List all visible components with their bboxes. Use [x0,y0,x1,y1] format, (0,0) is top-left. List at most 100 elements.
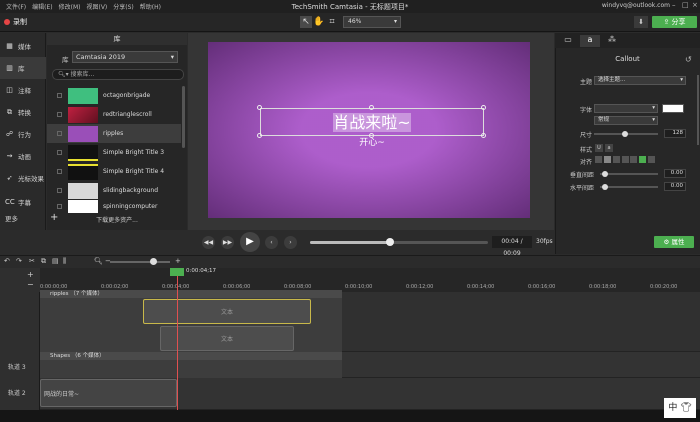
chevron-down-icon: ▾ [170,53,174,61]
horizontal-spacing-slider[interactable] [600,186,658,188]
tab-media[interactable]: ▦ 媒体 [0,35,46,57]
minimize-icon[interactable]: – [672,1,676,9]
tab-annotation[interactable]: ◫ 注释 [0,79,46,101]
redo-icon[interactable]: ↷ [16,257,22,265]
pointer-icon[interactable]: ↖ [300,16,312,28]
zoom-in-icon[interactable]: + [175,257,181,265]
theme-label: 主题 [580,79,593,86]
vertical-spacing-slider[interactable] [600,173,658,175]
download-more-assets-link[interactable]: 下载更多资产... [47,215,187,224]
zoom-icon[interactable]: 🔍︎ [94,257,103,265]
ruler-tick: 0:00:14;00 [467,284,495,290]
library-item[interactable]: redtrianglescroll [47,105,181,124]
scrubber-handle[interactable] [386,238,394,246]
library-search-input[interactable]: 🔍︎▾ 搜索库... [52,69,184,80]
account-label[interactable]: windyvq@outlook.com [602,2,670,9]
library-scrollbar[interactable] [182,86,185,148]
group-header-ripples[interactable]: ripples （7 个媒体） [40,290,342,298]
crop-icon[interactable]: ⌗ [326,16,338,28]
align-center-icon[interactable] [604,156,611,163]
ime-indicator[interactable]: 中 👕︎ [664,398,696,418]
library-item[interactable]: ripples [47,124,181,143]
library-item[interactable]: slidingbackground [47,181,181,200]
reset-icon[interactable]: ↺ [685,55,692,64]
theme-select-value: 选择主题... [598,77,626,83]
track-3-label[interactable]: 轨道 3 [8,362,26,371]
play-button[interactable]: ▶ [240,232,260,252]
library-item[interactable]: Simple Bright Title 3 [47,143,181,162]
zoom-select[interactable]: 46% ▾ [343,16,401,28]
tab-cursor-effects[interactable]: ➶ 光标效果 [0,167,46,189]
maximize-icon[interactable]: □ [682,1,689,9]
expand-checkbox[interactable] [57,169,62,174]
paste-icon[interactable]: ▤ [52,257,59,265]
timeline-zoom-slider[interactable] [110,261,170,263]
media-clip[interactable]: 网战的日常~ [40,379,177,407]
text-clip[interactable]: 文本 [143,299,311,324]
library-item[interactable]: octagonbrigade [47,86,181,105]
expand-checkbox[interactable] [57,131,62,136]
share-button[interactable]: ⇪ 分享 [652,16,697,28]
cut-icon[interactable]: ✂ [29,257,35,265]
tab-library[interactable]: ▥ 库 [0,57,46,79]
track-2-label[interactable]: 轨道 2 [8,388,26,397]
download-icon[interactable]: ⬇ [634,16,648,28]
tab-captions[interactable]: CC 字幕 [0,191,46,213]
pan-hand-icon[interactable]: ✋ [313,16,325,28]
properties-button[interactable]: ⚙ 属性 [654,236,694,248]
behavior-icon: ☍ [5,130,14,138]
align-right-icon[interactable] [613,156,620,163]
expand-checkbox[interactable] [57,150,62,155]
library-item[interactable]: spinningcomputer [47,199,181,214]
expand-checkbox[interactable] [57,93,62,98]
record-button[interactable]: 录制 [4,16,27,28]
group-header-shapes[interactable]: Shapes （6 个媒体） [40,352,342,360]
callout-title[interactable]: 肖战来啦~ [260,109,484,133]
next-icon[interactable]: › [284,236,297,249]
more-tabs-button[interactable]: 更多 [0,213,46,226]
horizontal-spacing-input[interactable]: 0.00 [664,182,686,191]
tab-annotation-properties[interactable]: ⁂ [602,35,622,47]
font-color-swatch[interactable] [662,104,684,113]
vertical-spacing-input[interactable]: 0.00 [664,169,686,178]
callout-subtitle[interactable]: 开心~ [260,135,484,148]
size-input[interactable]: 128 [664,129,686,138]
timeline-zoom-knob[interactable] [150,258,157,265]
split-icon[interactable]: ⫼ [63,257,66,266]
library-select[interactable]: Camtasia 2019 ▾ [72,51,178,63]
playhead-handle[interactable] [170,268,184,276]
step-back-icon[interactable]: ◀◀ [202,236,215,249]
properties-scrollbar[interactable] [697,75,699,145]
tab-animation[interactable]: ⇝ 动画 [0,145,46,167]
underline-icon[interactable]: U [595,144,603,152]
horizontal-spacing-knob[interactable] [602,184,608,190]
tab-visual-properties[interactable]: ▭ [558,35,578,47]
font-style-select[interactable]: 常规 ▾ [594,116,658,125]
undo-icon[interactable]: ↶ [4,257,10,265]
align-bottom-icon[interactable] [648,156,655,163]
align-top-icon[interactable] [630,156,637,163]
align-middle-icon[interactable] [639,156,646,163]
collapse-tracks-icon[interactable]: − [27,280,34,289]
close-icon[interactable]: × [692,1,698,9]
previous-icon[interactable]: ‹ [265,236,278,249]
align-left-icon[interactable] [595,156,602,163]
strike-icon[interactable]: a [605,144,613,152]
theme-select[interactable]: 选择主题... ▾ [594,76,686,85]
copy-icon[interactable]: ⧉ [41,257,46,266]
text-clip[interactable]: 文本 [160,326,294,351]
step-forward-icon[interactable]: ▶▶ [221,236,234,249]
align-justify-icon[interactable] [622,156,629,163]
group-title: Shapes （6 个媒体） [50,353,105,359]
expand-checkbox[interactable] [57,204,62,209]
expand-checkbox[interactable] [57,188,62,193]
vertical-spacing-knob[interactable] [602,171,608,177]
library-item[interactable]: Simple Bright Title 4 [47,162,181,181]
font-select[interactable]: ▾ [594,104,658,113]
tab-behavior[interactable]: ☍ 行为 [0,123,46,145]
size-slider-knob[interactable] [622,131,628,137]
tab-transition[interactable]: ⧉ 转换 [0,101,46,123]
expand-checkbox[interactable] [57,112,62,117]
tab-text-properties[interactable]: a [580,35,600,47]
add-track-icon[interactable]: + [27,270,34,279]
